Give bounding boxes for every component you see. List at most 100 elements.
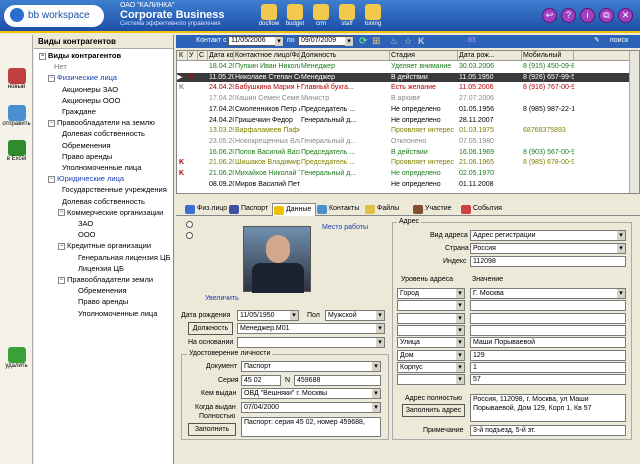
address-value-input[interactable]: Маши Порываевой (470, 337, 626, 349)
address-full-text[interactable]: Россия, 112098, г. Москва, ул Маши Порыв… (470, 394, 626, 422)
work-place-link[interactable]: Место работы (322, 224, 368, 231)
fire-icon[interactable]: ♨ (390, 36, 398, 47)
table-row[interactable]: 23.05.2008Новокрещенных Владисл...Генера… (177, 137, 629, 147)
doc-full-text[interactable]: Паспорт: серия 45 02, номер 459688, (241, 417, 381, 437)
tree-node[interactable]: Лицензия ЦБ (78, 264, 124, 273)
table-row[interactable]: K 11.05.2006Николаев Степан СеменовичМене… (177, 72, 629, 83)
table-row[interactable]: K 24.04.2008Бабушкина Мария НиколаевнаГла… (177, 83, 629, 93)
tree-node[interactable]: Долевая собственность (62, 129, 145, 138)
expand-toggle[interactable]: − (39, 52, 46, 60)
country-select[interactable]: Россия (470, 243, 626, 254)
doc-type-select[interactable]: Паспорт (241, 361, 381, 372)
column-header[interactable]: Дата конт... (209, 51, 234, 60)
column-header[interactable]: У (189, 51, 198, 60)
address-level-select[interactable]: Город (397, 288, 465, 299)
toolbar-staff[interactable]: staff (334, 4, 360, 27)
search-link[interactable]: поиск (610, 37, 628, 44)
tab-3[interactable]: Контакты (316, 203, 360, 216)
address-level-select[interactable]: Улица (397, 337, 465, 349)
table-row[interactable]: 17.04.2008Кашин Семен СеменовичМинистр В … (177, 94, 629, 104)
window-button-1[interactable]: ? (561, 8, 576, 23)
address-value-input[interactable] (470, 312, 626, 324)
fill-doc-button[interactable]: Заполнить (188, 423, 236, 436)
address-value-input[interactable] (470, 300, 626, 312)
left-button-новый[interactable]: новый (2, 68, 31, 90)
column-header[interactable]: Дата рож... (459, 51, 522, 60)
note-input[interactable]: 3-й подъезд, 5-й эт. (470, 425, 626, 436)
tree-node[interactable]: Акционеры ООО (62, 96, 120, 105)
address-value-input[interactable] (470, 324, 626, 336)
grid-scrollbar[interactable] (629, 51, 639, 193)
tree-node[interactable]: Долевая собственность (62, 197, 145, 206)
left-button-в Excel[interactable]: в Excel (2, 140, 31, 162)
tree-node[interactable]: Уполномоченные лица (62, 163, 141, 172)
address-value-input[interactable]: 129 (470, 349, 626, 361)
table-row[interactable]: 24.04.2008Гришечкин Федор Генеральный д..… (177, 116, 629, 126)
birth-date-input[interactable]: 11/05/1950 (237, 310, 299, 321)
address-level-select[interactable] (397, 374, 465, 386)
column-header[interactable]: С (199, 51, 208, 60)
tree-node[interactable]: Государственные учреждения (62, 185, 167, 194)
filter-icon[interactable]: ⊞ (372, 36, 380, 47)
address-level-select[interactable] (397, 300, 465, 312)
radio-1[interactable] (186, 221, 193, 228)
address-value-input[interactable]: 57 (470, 374, 626, 386)
star-icon[interactable]: ☆ (404, 36, 412, 47)
tree-node[interactable]: − Кредитные организации (58, 241, 151, 250)
address-level-select[interactable] (397, 312, 465, 324)
tree-node[interactable]: Уполномоченные лица (78, 309, 157, 318)
toolbar-tuning[interactable]: tuning (360, 4, 386, 27)
address-level-select[interactable]: Корпус (397, 361, 465, 373)
sex-select[interactable]: Мужской (325, 310, 385, 321)
enlarge-link[interactable]: Увеличить (205, 295, 239, 302)
tab-2[interactable]: Данные (272, 203, 316, 216)
table-row[interactable]: 13.03.2008Варфаламеев Пафнутий Евл... Про… (177, 126, 629, 136)
column-header[interactable]: Контактное лицо/Фамилия ... (235, 51, 300, 60)
address-value-input[interactable]: 1 (470, 361, 626, 373)
address-value-input[interactable]: Г. Москва (470, 288, 626, 299)
tree-node[interactable]: Граждане (62, 107, 96, 116)
position-button[interactable]: Должность (188, 322, 233, 335)
number-input[interactable]: 459688 (294, 375, 381, 386)
k-icon[interactable]: K (418, 36, 425, 46)
window-button-2[interactable]: i (580, 8, 595, 23)
tree-node[interactable]: − Физические лица (48, 73, 117, 82)
tree-node[interactable]: Обременения (78, 286, 127, 295)
tab-5[interactable]: Участие (412, 203, 456, 216)
search-icon[interactable]: ✎ (594, 36, 600, 44)
address-level-select[interactable] (397, 324, 465, 336)
tree-node[interactable]: − Правообладатели земли (58, 275, 153, 284)
tab-4[interactable]: Файлы (364, 203, 408, 216)
series-input[interactable]: 45 02 (241, 375, 281, 386)
table-row[interactable]: K 21.06.2008Михайков Николай Терентье...Г… (177, 169, 629, 179)
tree-node[interactable]: ООО (78, 230, 96, 239)
expand-toggle[interactable]: − (58, 209, 65, 217)
address-kind-select[interactable]: Адрес регистрации (470, 230, 626, 241)
address-level-select[interactable]: Дом (397, 349, 465, 361)
tree-node[interactable]: Обременения (62, 141, 111, 150)
tree-node[interactable]: Генеральная лицензия ЦБ (78, 253, 170, 262)
expand-toggle[interactable]: − (48, 74, 55, 82)
tree-node[interactable]: − Виды контрагентов (39, 51, 121, 60)
tree-node[interactable]: ЗАО (78, 219, 93, 228)
tab-0[interactable]: Физ.лицо (184, 203, 227, 216)
window-button-0[interactable]: ↩ (542, 8, 557, 23)
tree-node[interactable]: Право аренды (62, 152, 112, 161)
expand-toggle[interactable]: − (58, 276, 65, 284)
toolbar-crm[interactable]: crm (308, 4, 334, 27)
table-row[interactable]: 08.09.2008Миров Василий Петрович Не опред… (177, 180, 629, 190)
date-from-input[interactable]: 11/05/2006 (228, 36, 284, 46)
expand-toggle[interactable]: − (58, 242, 65, 250)
window-button-4[interactable]: ✕ (618, 8, 633, 23)
tree-node[interactable]: − Коммерческие организации (58, 208, 163, 217)
tree-node[interactable]: − Правообладатели на землю (48, 118, 155, 127)
expand-toggle[interactable]: − (48, 119, 55, 127)
index-input[interactable]: 112098 (470, 256, 626, 267)
column-header[interactable]: Должность (301, 51, 390, 60)
tab-6[interactable]: События (460, 203, 504, 216)
left-button-удалить[interactable]: удалить (2, 347, 31, 369)
tree-node[interactable]: Акционеры ЗАО (62, 85, 118, 94)
issued-date-input[interactable]: 07/04/2000 (241, 402, 381, 413)
window-button-3[interactable]: ⧉ (599, 8, 614, 23)
table-row[interactable]: 16.06.2008Попов Василий ВасильевичПредсе… (177, 148, 629, 158)
